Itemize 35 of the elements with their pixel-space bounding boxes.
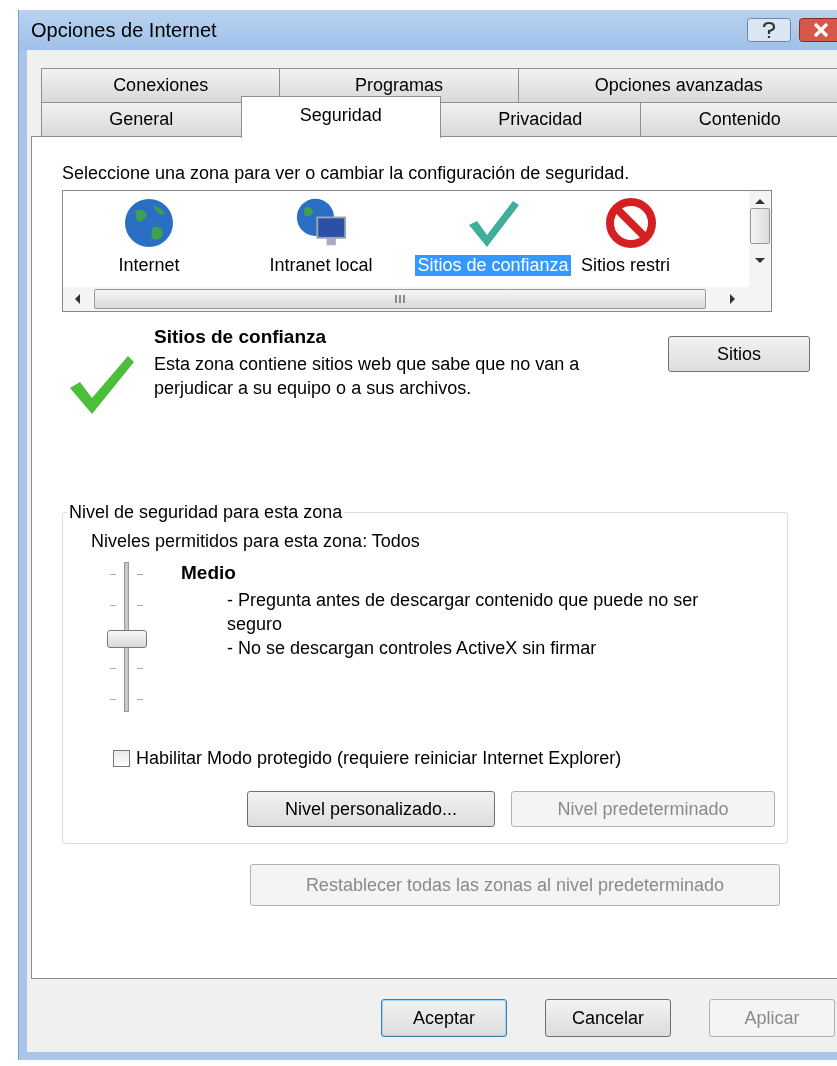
allowed-levels-text: Niveles permitidos para esta zona: Todos <box>91 531 421 552</box>
tab[interactable]: Seguridad <box>240 96 441 138</box>
tab[interactable]: General <box>41 102 242 136</box>
checkbox-label[interactable]: Habilitar Modo protegido (requiere reiniciar Internet Explorer) <box>136 748 622 769</box>
level-description: - No se descargan controles ActiveX sin firmar <box>226 637 598 660</box>
window-title: Opciones de Internet <box>31 18 217 42</box>
vertical-scrollbar[interactable] <box>749 191 771 287</box>
level-button[interactable]: Nivel personalizado... <box>247 791 495 827</box>
tab[interactable]: Privacidad <box>440 102 641 136</box>
help-icon[interactable] <box>747 18 791 42</box>
scroll-right-icon[interactable] <box>730 294 735 304</box>
checkbox[interactable] <box>113 750 130 767</box>
level-description: - Pregunta antes de descargar contenido que puede no ser seguro <box>226 589 700 636</box>
no-entry-icon[interactable] <box>605 197 657 249</box>
tab[interactable]: Opciones avanzadas <box>517 68 837 102</box>
zone-description: Esta zona contiene sitios web que sabe que no van a perjudicar a su equipo o a sus archivos. <box>154 353 581 400</box>
sites-button[interactable]: Sitios <box>668 336 810 372</box>
horizontal-scrollbar[interactable] <box>63 287 771 311</box>
group-legend: Nivel de seguridad para esta zona <box>67 502 345 523</box>
dialog-button[interactable]: Cancelar <box>545 999 671 1037</box>
globe-icon[interactable] <box>123 197 175 249</box>
slider-thumb[interactable] <box>106 630 147 648</box>
tab[interactable]: Contenido <box>639 102 837 136</box>
level-name: Medio <box>181 562 237 584</box>
zone-label[interactable]: Sitios restri <box>579 255 672 276</box>
scroll-down-icon[interactable] <box>755 258 765 263</box>
zone-label[interactable]: Intranet local <box>267 255 375 276</box>
zone-label[interactable]: Internet <box>116 255 182 276</box>
grip-icon <box>394 295 406 303</box>
scroll-left-icon[interactable] <box>75 294 80 304</box>
tab[interactable]: Conexiones <box>41 68 281 102</box>
close-icon[interactable] <box>799 18 837 42</box>
zone-title: Sitios de confianza <box>154 326 328 348</box>
dialog-button[interactable]: Aceptar <box>381 999 507 1037</box>
zone-prompt: Seleccione una zona para ver o cambiar la configuración de seguridad. <box>62 163 631 184</box>
